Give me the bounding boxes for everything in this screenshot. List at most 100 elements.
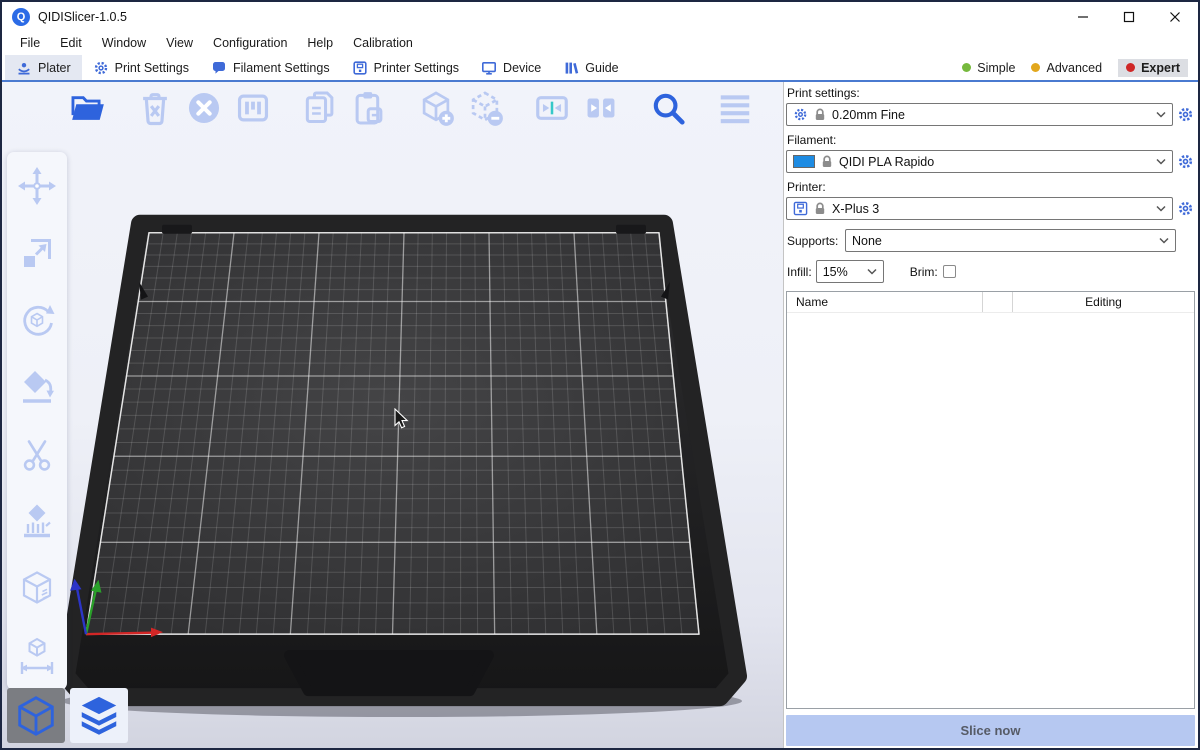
toolbar-remove-instance-button[interactable] <box>465 88 505 128</box>
tab-device[interactable]: Device <box>470 55 552 80</box>
menu-file[interactable]: File <box>10 32 50 55</box>
view-mode-switcher <box>7 688 128 743</box>
menu-window[interactable]: Window <box>92 32 156 55</box>
place-on-face-tool-button[interactable] <box>15 365 59 409</box>
supports-label: Supports: <box>787 234 845 248</box>
menu-edit[interactable]: Edit <box>50 32 92 55</box>
print-settings-label: Print settings: <box>787 86 1195 100</box>
tab-print-settings[interactable]: Print Settings <box>82 55 200 80</box>
maximize-icon <box>1123 11 1135 23</box>
paint-supports-tool-button[interactable] <box>15 500 59 544</box>
tab-bar: Plater Print Settings Filament Settings … <box>2 55 1198 82</box>
gear-icon <box>793 107 808 122</box>
mouse-cursor <box>394 408 410 430</box>
preview-layers-icon <box>76 693 122 739</box>
tab-label: Plater <box>38 61 71 75</box>
supports-combo[interactable]: None <box>845 229 1176 252</box>
filament-combo[interactable]: QIDI PLA Rapido <box>786 150 1173 173</box>
tab-guide[interactable]: Guide <box>552 55 629 80</box>
toolbar-undo-button[interactable] <box>782 88 783 128</box>
minimize-button[interactable] <box>1060 2 1106 32</box>
chevron-down-icon <box>1156 158 1166 165</box>
toolbar-split-parts-button[interactable] <box>581 88 621 128</box>
menu-calibration[interactable]: Calibration <box>343 32 423 55</box>
edit-printer-button[interactable] <box>1176 199 1195 218</box>
gear-icon <box>1177 153 1194 170</box>
chevron-down-icon <box>867 268 877 275</box>
menu-configuration[interactable]: Configuration <box>203 32 297 55</box>
scale-tool-button[interactable] <box>15 231 59 275</box>
printer-combo[interactable]: X-Plus 3 <box>786 197 1173 220</box>
delete-trash-icon <box>136 89 174 127</box>
gear-icon <box>1177 106 1194 123</box>
object-list-body[interactable] <box>787 313 1194 708</box>
app-logo-icon: Q <box>12 8 30 26</box>
preview-view-button[interactable] <box>70 688 128 743</box>
print-settings-combo[interactable]: 0.20mm Fine <box>786 103 1173 126</box>
window-title: QIDISlicer-1.0.5 <box>38 10 127 24</box>
toolbar-open-button[interactable] <box>68 88 108 128</box>
editor-view-button[interactable] <box>7 688 65 743</box>
maximize-button[interactable] <box>1106 2 1152 32</box>
measure-tool-button[interactable] <box>15 634 59 678</box>
toolbar-add-instance-button[interactable] <box>416 88 456 128</box>
infill-combo[interactable]: 15% <box>816 260 884 283</box>
column-extruder <box>983 292 1013 312</box>
guide-books-icon <box>563 60 579 76</box>
toolbar-split-objects-button[interactable] <box>532 88 572 128</box>
seam-painting-tool-button[interactable] <box>15 567 59 611</box>
toolbar-paste-button[interactable] <box>349 88 389 128</box>
delete-all-icon <box>185 89 223 127</box>
close-icon <box>1169 11 1181 23</box>
bed-clip-left <box>162 225 192 234</box>
toolbar-layer-height-button[interactable] <box>715 88 755 128</box>
filament-icon <box>211 60 227 76</box>
move-tool-button[interactable] <box>15 164 59 208</box>
chevron-down-icon <box>1159 237 1169 244</box>
brim-checkbox[interactable] <box>943 265 956 278</box>
toolbar-delete-button[interactable] <box>135 88 175 128</box>
tab-printer-settings[interactable]: Printer Settings <box>341 55 470 80</box>
editor-cube-icon <box>13 693 59 739</box>
mode-simple[interactable]: Simple <box>962 61 1015 75</box>
menu-view[interactable]: View <box>156 32 203 55</box>
device-monitor-icon <box>481 60 497 76</box>
object-list-header: Name Editing <box>787 292 1194 313</box>
print-settings-value: 0.20mm Fine <box>832 108 905 122</box>
toolbar-copy-button[interactable] <box>300 88 340 128</box>
infill-value: 15% <box>823 265 848 279</box>
print-bed <box>2 82 783 748</box>
printer-value: X-Plus 3 <box>832 202 879 216</box>
mode-expert[interactable]: Expert <box>1118 59 1188 77</box>
lock-icon <box>814 108 826 121</box>
slice-now-button[interactable]: Slice now <box>786 715 1195 746</box>
chevron-down-icon <box>1156 205 1166 212</box>
column-name: Name <box>787 292 983 312</box>
column-editing: Editing <box>1013 295 1194 309</box>
printer-label: Printer: <box>787 180 1195 194</box>
toolbar-delete-all-button[interactable] <box>184 88 224 128</box>
close-button[interactable] <box>1152 2 1198 32</box>
add-instance-icon <box>417 89 455 127</box>
settings-panel: Print settings: 0.20mm Fine <box>783 82 1198 748</box>
lock-icon <box>814 202 826 215</box>
edit-filament-button[interactable] <box>1176 152 1195 171</box>
mode-advanced[interactable]: Advanced <box>1031 61 1102 75</box>
toolbar-arrange-button[interactable] <box>233 88 273 128</box>
cut-tool-button[interactable] <box>15 433 59 477</box>
tab-plater[interactable]: Plater <box>5 55 82 80</box>
edit-print-settings-button[interactable] <box>1176 105 1195 124</box>
menu-help[interactable]: Help <box>297 32 343 55</box>
gear-icon <box>93 60 109 76</box>
viewport-3d[interactable] <box>2 82 783 748</box>
rotate-tool-button[interactable] <box>15 298 59 342</box>
toolbar-search-button[interactable] <box>648 88 688 128</box>
bed-handle-slot <box>289 655 489 691</box>
split-to-objects-icon <box>533 89 571 127</box>
cut-scissors-icon <box>17 435 57 475</box>
search-icon <box>649 89 687 127</box>
object-list: Name Editing <box>786 291 1195 709</box>
chevron-down-icon <box>1156 111 1166 118</box>
tab-filament-settings[interactable]: Filament Settings <box>200 55 341 80</box>
app-window: Q QIDISlicer-1.0.5 File Edit Window View… <box>0 0 1200 750</box>
